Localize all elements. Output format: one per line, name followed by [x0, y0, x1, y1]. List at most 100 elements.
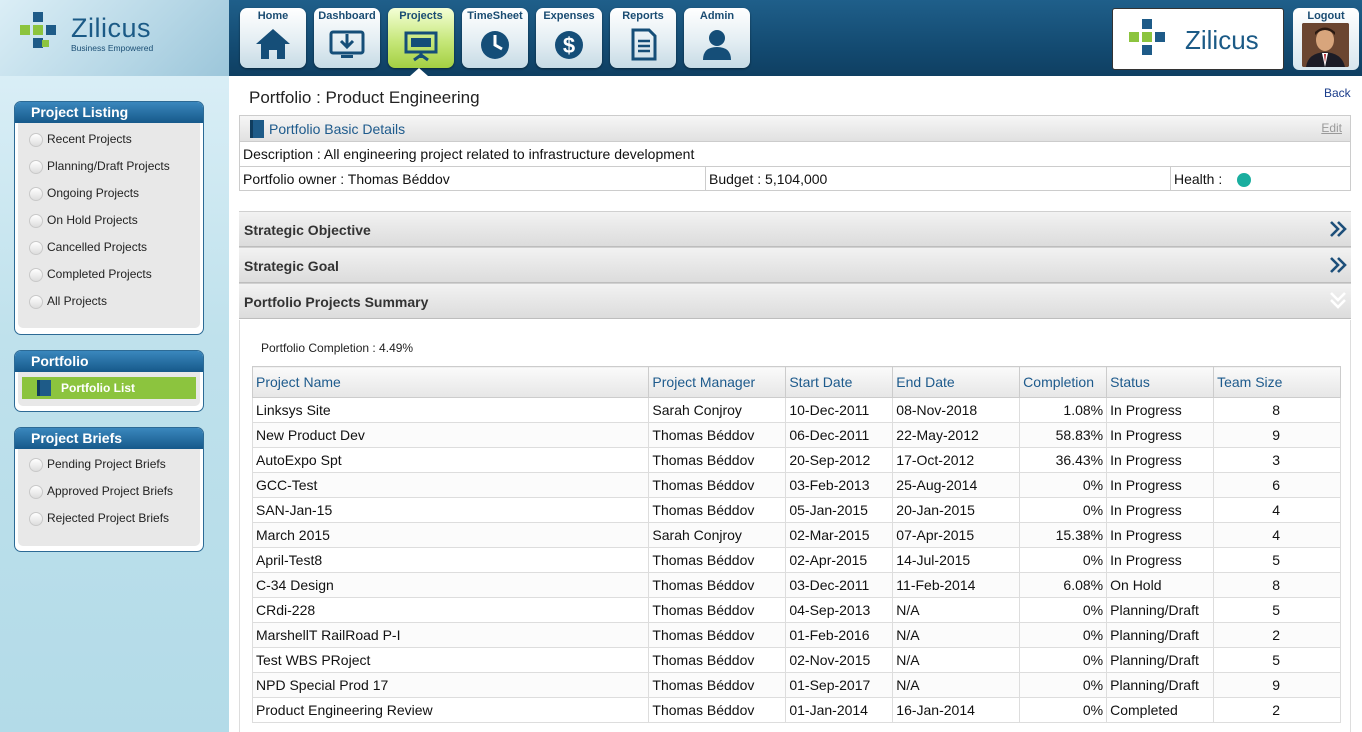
sidebar-item-label: Cancelled Projects: [47, 240, 148, 254]
column-header-start-date[interactable]: Start Date: [785, 366, 894, 398]
cell-project-name[interactable]: CRdi-228: [251, 597, 650, 623]
projects-icon: [404, 31, 438, 62]
cell-project-name[interactable]: GCC-Test: [251, 472, 650, 498]
logo-text: Zilicus: [71, 13, 152, 43]
cell-start-date: 01-Jan-2014: [785, 697, 894, 723]
column-header-team-size[interactable]: Team Size: [1213, 366, 1341, 398]
cell-project-name[interactable]: MarshellT RailRoad P-I: [251, 622, 650, 648]
sidebar-item-cancelled-projects[interactable]: Cancelled Projects: [18, 234, 200, 261]
cell-project-name[interactable]: C-34 Design: [251, 572, 650, 598]
radio-icon: [29, 268, 43, 282]
cell-project-manager: Thomas Béddov: [648, 472, 787, 498]
cell-end-date: N/A: [892, 622, 1021, 648]
column-header-status[interactable]: Status: [1106, 366, 1215, 398]
nav-reports-button[interactable]: Reports: [610, 8, 676, 68]
radio-icon: [29, 133, 43, 147]
table-row[interactable]: CRdi-228 Thomas Béddov 04-Sep-2013 N/A 0% Pla…: [251, 597, 1341, 623]
column-header-project-manager[interactable]: Project Manager: [648, 366, 787, 398]
health-label: Health :: [1174, 171, 1223, 187]
cell-project-name[interactable]: Test WBS PRoject: [251, 647, 650, 673]
table-row[interactable]: Product Engineering Review Thomas Béddov 0…: [251, 697, 1341, 723]
double-chevron-down-icon: [1330, 292, 1346, 309]
double-chevron-right-icon: [1330, 221, 1347, 237]
sidebar-item-portfolio-list[interactable]: Portfolio List: [22, 377, 196, 399]
table-row[interactable]: C-34 Design Thomas Béddov 03-Dec-2011 11-Fe…: [251, 572, 1341, 598]
nav-expenses-label: Expenses: [543, 10, 595, 22]
cell-project-name[interactable]: Linksys Site: [251, 397, 650, 423]
cell-project-manager: Thomas Béddov: [648, 572, 787, 598]
table-row[interactable]: AutoExpo Spt Thomas Béddov 20-Sep-2012 17-O…: [251, 447, 1341, 473]
cell-team-size: 8: [1213, 572, 1341, 598]
cell-end-date: 25-Aug-2014: [892, 472, 1021, 498]
sidebar-item-label: Ongoing Projects: [47, 186, 140, 200]
sidebar-item-recent-projects[interactable]: Recent Projects: [18, 126, 200, 153]
logo[interactable]: Zilicus Business Empowered: [0, 0, 229, 76]
table-row[interactable]: NPD Special Prod 17 Thomas Béddov 01-Sep-2…: [251, 672, 1341, 698]
sidebar-item-label: On Hold Projects: [47, 213, 138, 227]
radio-icon: [29, 241, 43, 255]
sidebar-item-on-hold-projects[interactable]: On Hold Projects: [18, 207, 200, 234]
cell-end-date: 08-Nov-2018: [892, 397, 1021, 423]
cell-team-size: 5: [1213, 647, 1341, 673]
column-header-completion[interactable]: Completion: [1019, 366, 1108, 398]
page-title: Portfolio : Product Engineering: [249, 88, 480, 107]
table-row[interactable]: April-Test8 Thomas Béddov 02-Apr-2015 14-Ju…: [251, 547, 1341, 573]
nav-timesheet-label: TimeSheet: [467, 10, 523, 22]
edit-link[interactable]: Edit: [1321, 121, 1342, 135]
cell-project-name[interactable]: New Product Dev: [251, 422, 650, 448]
portfolio-budget: Budget : 5,104,000: [706, 167, 1171, 191]
sidebar-item-rejected-briefs[interactable]: Rejected Project Briefs: [18, 505, 200, 532]
nav-home-button[interactable]: Home: [240, 8, 306, 68]
sidebar-item-planning-draft-projects[interactable]: Planning/Draft Projects: [18, 153, 200, 180]
cell-project-name[interactable]: AutoExpo Spt: [251, 447, 650, 473]
cell-end-date: 20-Jan-2015: [892, 497, 1021, 523]
strategic-goal-section[interactable]: Strategic Goal: [239, 247, 1351, 283]
main-content: Portfolio : Product Engineering Back Por…: [229, 76, 1362, 732]
cell-project-manager: Thomas Béddov: [648, 447, 787, 473]
cell-project-name[interactable]: NPD Special Prod 17: [251, 672, 650, 698]
sidebar-item-label: Planning/Draft Projects: [47, 159, 170, 173]
double-chevron-right-icon: [1330, 257, 1347, 273]
sidebar-item-ongoing-projects[interactable]: Ongoing Projects: [18, 180, 200, 207]
cell-start-date: 06-Dec-2011: [785, 422, 894, 448]
nav-dashboard-button[interactable]: Dashboard: [314, 8, 380, 68]
sidebar-item-approved-briefs[interactable]: Approved Project Briefs: [18, 478, 200, 505]
sidebar-item-label: Rejected Project Briefs: [47, 511, 170, 525]
dashboard-icon: [329, 30, 365, 58]
table-row[interactable]: March 2015 Sarah Conjroy 02-Mar-2015 07-Apr…: [251, 522, 1341, 548]
back-link[interactable]: Back: [1324, 86, 1351, 100]
table-row[interactable]: Linksys Site Sarah Conjroy 10-Dec-2011 08-N…: [251, 397, 1341, 423]
table-row[interactable]: New Product Dev Thomas Béddov 06-Dec-2011 2…: [251, 422, 1341, 448]
portfolio-projects-summary-section[interactable]: Portfolio Projects Summary: [239, 283, 1351, 319]
nav-projects-button[interactable]: Projects: [388, 8, 454, 68]
cell-team-size: 2: [1213, 697, 1341, 723]
nav-timesheet-button[interactable]: TimeSheet: [462, 8, 528, 68]
cell-start-date: 10-Dec-2011: [785, 397, 894, 423]
sidebar-item-pending-briefs[interactable]: Pending Project Briefs: [18, 451, 200, 478]
strategic-objective-section[interactable]: Strategic Objective: [239, 211, 1351, 247]
avatar[interactable]: [1302, 23, 1349, 67]
cell-project-name[interactable]: Product Engineering Review: [251, 697, 650, 723]
radio-icon: [29, 214, 43, 228]
cell-project-name[interactable]: April-Test8: [251, 547, 650, 573]
table-row[interactable]: MarshellT RailRoad P-I Thomas Béddov 01-Fe…: [251, 622, 1341, 648]
column-header-project-name[interactable]: Project Name: [251, 366, 650, 398]
sidebar-item-all-projects[interactable]: All Projects: [18, 288, 200, 315]
table-row[interactable]: Test WBS PRoject Thomas Béddov 02-Nov-2015…: [251, 647, 1341, 673]
portfolio-description: Description : All engineering project re…: [240, 142, 1350, 167]
logout-button[interactable]: Logout: [1293, 8, 1359, 70]
nav-admin-button[interactable]: Admin: [684, 8, 750, 68]
table-row[interactable]: SAN-Jan-15 Thomas Béddov 05-Jan-2015 20-Jan…: [251, 497, 1341, 523]
cell-status: Planning/Draft: [1106, 622, 1215, 648]
table-row[interactable]: GCC-Test Thomas Béddov 03-Feb-2013 25-Aug-2…: [251, 472, 1341, 498]
cell-start-date: 04-Sep-2013: [785, 597, 894, 623]
cell-start-date: 20-Sep-2012: [785, 447, 894, 473]
sidebar-item-completed-projects[interactable]: Completed Projects: [18, 261, 200, 288]
cell-project-name[interactable]: SAN-Jan-15: [251, 497, 650, 523]
cell-end-date: 17-Oct-2012: [892, 447, 1021, 473]
nav-expenses-button[interactable]: Expenses $: [536, 8, 602, 68]
cell-status: Planning/Draft: [1106, 647, 1215, 673]
column-header-end-date[interactable]: End Date: [892, 366, 1021, 398]
cell-completion: 36.43%: [1019, 447, 1108, 473]
cell-project-name[interactable]: March 2015: [251, 522, 650, 548]
